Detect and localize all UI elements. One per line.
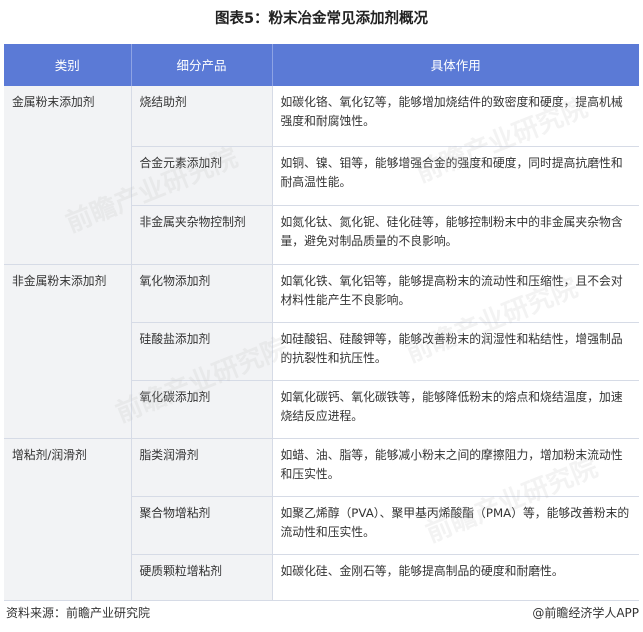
table-header-row: 类别 细分产品 具体作用	[4, 44, 639, 86]
source-note: 资料来源：前瞻产业研究院	[6, 606, 151, 620]
product-cell: 烧结助剂	[131, 86, 273, 147]
header-effect: 具体作用	[272, 44, 639, 86]
effect-cell: 如氮化钛、氮化铌、硅化硅等，能够控制粉末中的非金属夹杂物含量，避免对制品质量的不…	[272, 205, 639, 265]
effect-cell: 如铜、镍、钼等，能够增强合金的强度和硬度，同时提高抗磨性和耐高温性能。	[272, 146, 639, 206]
header-category: 类别	[4, 44, 132, 86]
product-cell: 脂类润滑剂	[131, 438, 273, 497]
product-cell: 硬质颗粒增粘剂	[131, 554, 273, 601]
effect-cell: 如蜡、油、脂等，能够减小粉末之间的摩擦阻力，增加粉末流动性和压实性。	[272, 438, 639, 497]
effect-cell: 如氧化铁、氧化铝等，能够提高粉末的流动性和压缩性，且不会对材料性能产生不良影响。	[272, 264, 639, 323]
product-cell: 聚合物增粘剂	[131, 496, 273, 555]
product-cell: 氧化碳添加剂	[131, 380, 273, 439]
product-cell: 合金元素添加剂	[131, 146, 273, 206]
product-cell: 氧化物添加剂	[131, 264, 273, 323]
effect-cell: 如碳化硅、金刚石等，能够提高制品的硬度和耐磨性。	[272, 554, 639, 601]
effect-cell: 如硅酸铝、硅酸钾等，能够改善粉末的润湿性和粘结性，增强制品的抗裂性和抗压性。	[272, 322, 639, 381]
effect-cell: 如氧化碳钙、氧化碳铁等，能够降低粉末的熔点和烧结温度，加速烧结反应进程。	[272, 380, 639, 439]
category-cell: 增粘剂/润滑剂	[4, 438, 132, 601]
brand-credit: @前瞻经济学人APP	[532, 606, 639, 620]
product-cell: 硅酸盐添加剂	[131, 322, 273, 381]
footer: 资料来源：前瞻产业研究院 @前瞻经济学人APP	[0, 600, 643, 624]
effect-cell: 如聚乙烯醇（PVA）、聚甲基丙烯酸酯（PMA）等，能够改善粉末的流动性和压实性。	[272, 496, 639, 555]
table-row: 非金属粉末添加剂 氧化物添加剂 如氧化铁、氧化铝等，能够提高粉末的流动性和压缩性…	[4, 264, 639, 439]
header-product: 细分产品	[131, 44, 273, 86]
product-cell: 非金属夹杂物控制剂	[131, 205, 273, 265]
effect-cell: 如碳化铬、氧化钇等，能够增加烧结件的致密度和硬度，提高机械强度和耐腐蚀性。	[272, 86, 639, 147]
category-cell: 非金属粉末添加剂	[4, 264, 132, 439]
category-cell: 金属粉末添加剂	[4, 86, 132, 265]
table-row: 增粘剂/润滑剂 脂类润滑剂 如蜡、油、脂等，能够减小粉末之间的摩擦阻力，增加粉末…	[4, 438, 639, 601]
additives-table: 类别 细分产品 具体作用 金属粉末添加剂 烧结助剂 如碳化铬、氧化钇等，能够增加…	[4, 44, 639, 601]
table-row: 金属粉末添加剂 烧结助剂 如碳化铬、氧化钇等，能够增加烧结件的致密度和硬度，提高…	[4, 86, 639, 265]
figure-title: 图表5：粉末冶金常见添加剂概况	[214, 11, 429, 27]
